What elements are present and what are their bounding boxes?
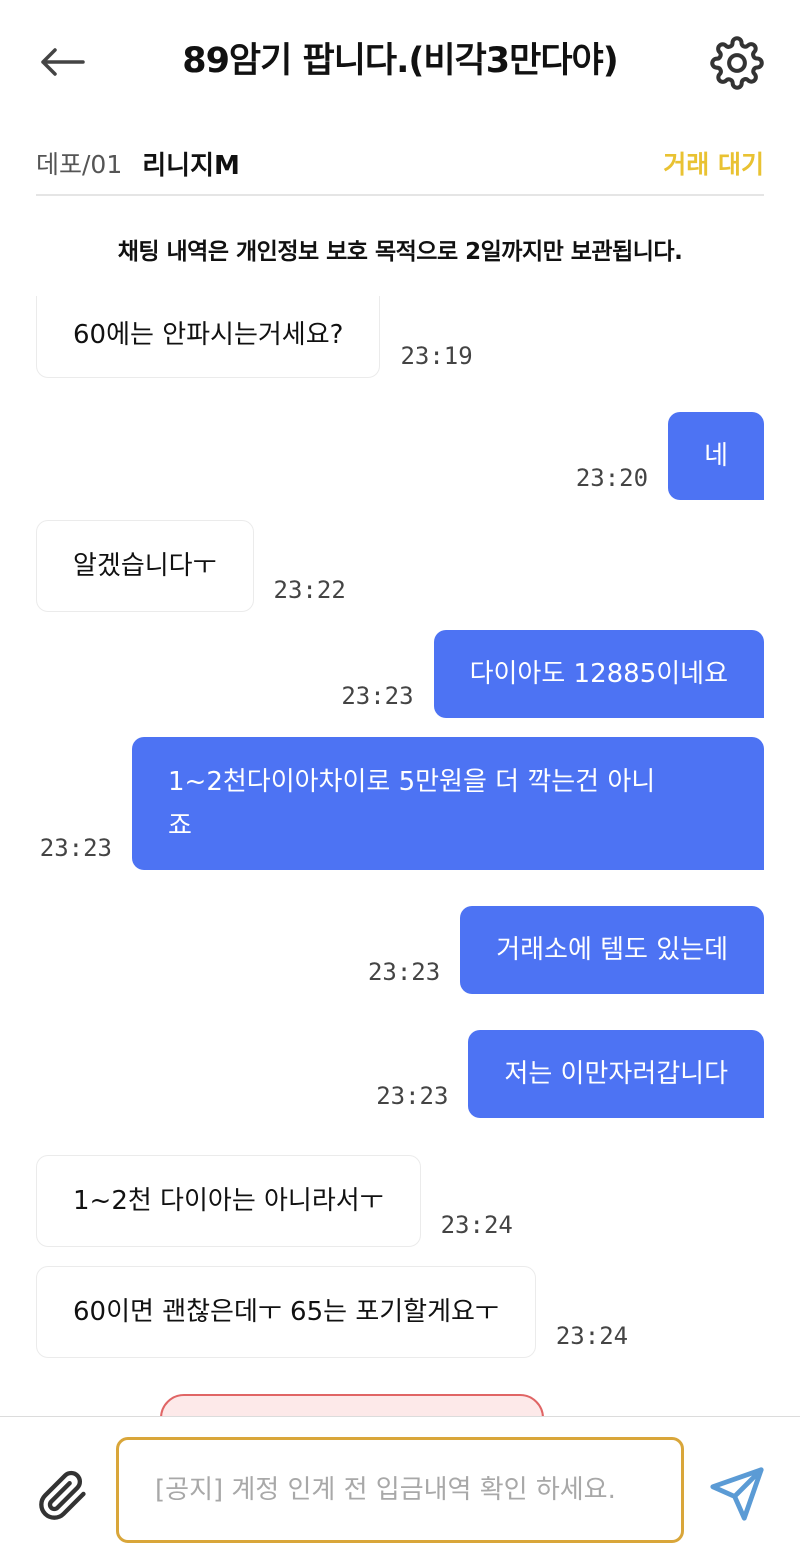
message-bubble: 다이아도 12885이네요 <box>433 630 764 718</box>
message-time: 23:19 <box>400 342 473 370</box>
retention-notice: 채팅 내역은 개인정보 보호 목적으로 2일까지만 보관됩니다. <box>117 239 683 265</box>
message-time: 23:24 <box>555 1322 629 1350</box>
server-label: 데포/01 <box>36 150 123 179</box>
attach-button[interactable] <box>34 1467 92 1525</box>
message-time: 23:20 <box>575 464 649 492</box>
message-bubble: 60에는 안파시는거세요? <box>36 296 381 378</box>
message-incoming: 60이면 괜찮은데ㅜ 65는 포기할게요ㅜ 23:24 <box>36 1266 628 1358</box>
send-button[interactable] <box>706 1463 768 1525</box>
message-time: 23:23 <box>367 958 441 986</box>
message-outgoing: 23:23 저는 이만자러갑니다 <box>376 1030 764 1118</box>
message-bubble: 60이면 괜찮은데ㅜ 65는 포기할게요ㅜ <box>36 1266 536 1358</box>
gear-icon <box>710 36 764 90</box>
trade-status: 거래 대기 <box>663 150 764 179</box>
message-time: 23:24 <box>440 1211 513 1239</box>
arrow-left-icon <box>41 48 85 76</box>
chat-log[interactable]: 60에는 안파시는거세요? 23:19 23:20 네 알겠습니다ㅜ 23:22… <box>0 296 800 1416</box>
message-bubble: 1~2천다이아차이로 5만원을 더 깍는건 아니 죠 <box>132 737 764 870</box>
paper-plane-icon <box>710 1467 764 1521</box>
message-time: 23:22 <box>273 576 346 604</box>
header: 89암기 팝니다.(비각3만다야) <box>0 0 800 124</box>
paperclip-icon <box>39 1470 86 1520</box>
message-bubble: 저는 이만자러갑니다 <box>468 1030 764 1118</box>
message-text: 다이아도 12885이네요 <box>469 659 728 689</box>
settings-button[interactable] <box>708 34 766 92</box>
message-time: 23:23 <box>376 1082 449 1110</box>
page-title: 89암기 팝니다.(비각3만다야) <box>182 41 619 81</box>
message-text: 1~2천다이아차이로 5만원을 더 깍는건 아니 <box>168 766 656 797</box>
game-label: 리니지M <box>142 150 240 181</box>
message-text: 60이면 괜찮은데ㅜ 65는 포기할게요ㅜ <box>73 1297 499 1327</box>
message-text: 알겠습니다ㅜ <box>73 551 217 581</box>
message-text: 1~2천 다이아는 아니라서ㅜ <box>73 1186 384 1216</box>
message-incoming: 1~2천 다이아는 아니라서ㅜ 23:24 <box>36 1155 513 1247</box>
message-outgoing: 23:23 거래소에 템도 있는데 <box>368 906 764 994</box>
message-text: 거래소에 템도 있는데 <box>496 935 728 965</box>
message-text: 60에는 안파시는거세요? <box>73 320 344 350</box>
composer-bar <box>0 1416 800 1559</box>
message-time: 23:23 <box>341 682 414 710</box>
message-bubble: 알겠습니다ㅜ <box>36 520 254 612</box>
message-bubble: 네 <box>668 412 764 500</box>
message-text: 저는 이만자러갑니다 <box>504 1059 728 1089</box>
message-outgoing: 23:20 네 <box>576 412 764 500</box>
message-bubble: 거래소에 템도 있는데 <box>460 906 764 994</box>
trade-info-row: 데포/01 리니지M 거래 대기 <box>36 132 764 196</box>
message-incoming: 알겠습니다ㅜ 23:22 <box>36 520 346 612</box>
message-input[interactable] <box>116 1437 684 1543</box>
message-outgoing: 23:23 다이아도 12885이네요 <box>341 630 764 718</box>
message-bubble: 1~2천 다이아는 아니라서ㅜ <box>36 1155 421 1247</box>
message-text: 네 <box>704 441 728 471</box>
message-incoming: 60에는 안파시는거세요? 23:19 <box>36 296 473 378</box>
message-time: 23:23 <box>39 834 112 862</box>
back-button[interactable] <box>36 38 88 86</box>
message-text: 죠 <box>168 810 192 841</box>
message-outgoing: 23:23 1~2천다이아차이로 5만원을 더 깍는건 아니 죠 <box>40 737 764 870</box>
